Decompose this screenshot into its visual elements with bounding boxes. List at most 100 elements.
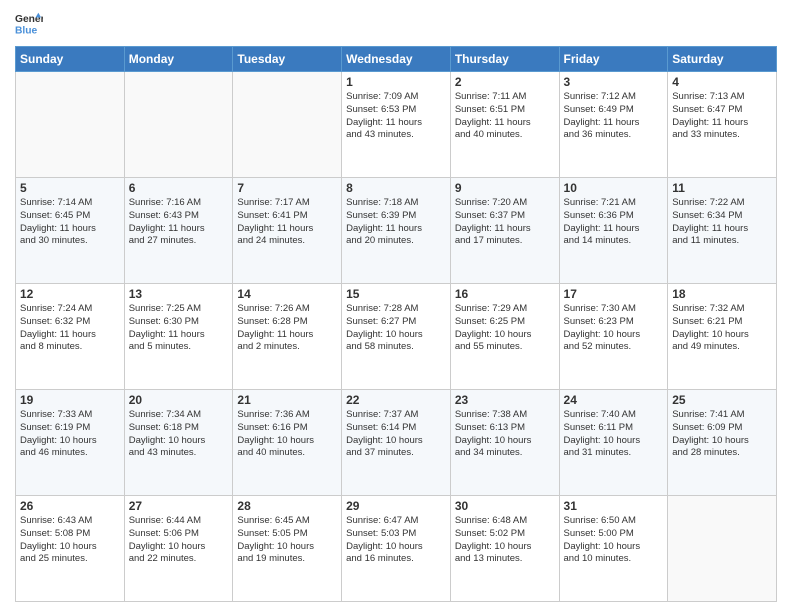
day-info: Sunrise: 7:40 AM Sunset: 6:11 PM Dayligh… (564, 409, 664, 460)
calendar-cell: 14 Sunrise: 7:26 AM Sunset: 6:28 PM Dayli… (233, 284, 342, 390)
day-info: Sunrise: 7:21 AM Sunset: 6:36 PM Dayligh… (564, 197, 664, 248)
day-info: Sunrise: 7:18 AM Sunset: 6:39 PM Dayligh… (346, 197, 446, 248)
calendar-cell: 29Sunrise: 6:47 AM Sunset: 5:03 PM Dayli… (342, 496, 451, 602)
calendar-cell: 27Sunrise: 6:44 AM Sunset: 5:06 PM Dayli… (124, 496, 233, 602)
day-info: Sunrise: 7:13 AM Sunset: 6:47 PM Dayligh… (672, 91, 772, 142)
calendar-cell: 13Sunrise: 7:25 AM Sunset: 6:30 PM Dayli… (124, 284, 233, 390)
day-number: 18 (672, 287, 772, 301)
calendar-container: General Blue SundayMondayTuesdayWednesda… (0, 0, 792, 612)
day-info: Sunrise: 7:17 AM Sunset: 6:41 PM Dayligh… (237, 197, 337, 248)
calendar-cell: 16 Sunrise: 7:29 AM Sunset: 6:25 PM Dayli… (450, 284, 559, 390)
calendar-cell (233, 72, 342, 178)
day-number: 25 (672, 393, 772, 407)
week-row-3: 19 Sunrise: 7:33 AM Sunset: 6:19 PM Dayli… (16, 390, 777, 496)
day-number: 31 (564, 499, 664, 513)
day-number: 28 (237, 499, 337, 513)
day-number: 9 (455, 181, 555, 195)
weekday-header-friday: Friday (559, 47, 668, 72)
calendar-cell: 8 Sunrise: 7:18 AM Sunset: 6:39 PM Daylig… (342, 178, 451, 284)
day-number: 1 (346, 75, 446, 89)
day-info: Sunrise: 7:12 AM Sunset: 6:49 PM Dayligh… (564, 91, 664, 142)
day-number: 14 (237, 287, 337, 301)
day-info: Sunrise: 7:33 AM Sunset: 6:19 PM Dayligh… (20, 409, 120, 460)
day-number: 24 (564, 393, 664, 407)
weekday-header-monday: Monday (124, 47, 233, 72)
day-number: 16 (455, 287, 555, 301)
day-number: 17 (564, 287, 664, 301)
calendar-cell: 3 Sunrise: 7:12 AM Sunset: 6:49 PM Daylig… (559, 72, 668, 178)
calendar-table: SundayMondayTuesdayWednesdayThursdayFrid… (15, 46, 777, 602)
day-info: Sunrise: 7:11 AM Sunset: 6:51 PM Dayligh… (455, 91, 555, 142)
day-info: Sunrise: 6:50 AM Sunset: 5:00 PM Dayligh… (564, 515, 664, 566)
calendar-cell: 6 Sunrise: 7:16 AM Sunset: 6:43 PM Daylig… (124, 178, 233, 284)
header: General Blue (15, 10, 777, 38)
day-number: 23 (455, 393, 555, 407)
day-number: 19 (20, 393, 120, 407)
calendar-cell: 26 Sunrise: 6:43 AM Sunset: 5:08 PM Dayli… (16, 496, 125, 602)
day-number: 7 (237, 181, 337, 195)
day-number: 4 (672, 75, 772, 89)
day-info: Sunrise: 6:48 AM Sunset: 5:02 PM Dayligh… (455, 515, 555, 566)
day-info: Sunrise: 7:24 AM Sunset: 6:32 PM Dayligh… (20, 303, 120, 354)
day-number: 20 (129, 393, 229, 407)
calendar-cell: 18 Sunrise: 7:32 AM Sunset: 6:21 PM Dayli… (668, 284, 777, 390)
day-number: 30 (455, 499, 555, 513)
day-info: Sunrise: 7:09 AM Sunset: 6:53 PM Dayligh… (346, 91, 446, 142)
day-number: 26 (20, 499, 120, 513)
day-number: 12 (20, 287, 120, 301)
weekday-header-tuesday: Tuesday (233, 47, 342, 72)
day-info: Sunrise: 7:16 AM Sunset: 6:43 PM Dayligh… (129, 197, 229, 248)
calendar-cell: 19 Sunrise: 7:33 AM Sunset: 6:19 PM Dayli… (16, 390, 125, 496)
day-number: 2 (455, 75, 555, 89)
day-info: Sunrise: 7:26 AM Sunset: 6:28 PM Dayligh… (237, 303, 337, 354)
weekday-header-wednesday: Wednesday (342, 47, 451, 72)
day-number: 3 (564, 75, 664, 89)
day-number: 22 (346, 393, 446, 407)
calendar-cell: 11Sunrise: 7:22 AM Sunset: 6:34 PM Dayli… (668, 178, 777, 284)
day-info: Sunrise: 7:30 AM Sunset: 6:23 PM Dayligh… (564, 303, 664, 354)
week-row-1: 5Sunrise: 7:14 AM Sunset: 6:45 PM Daylig… (16, 178, 777, 284)
week-row-0: 1 Sunrise: 7:09 AM Sunset: 6:53 PM Daylig… (16, 72, 777, 178)
calendar-cell: 12 Sunrise: 7:24 AM Sunset: 6:32 PM Dayli… (16, 284, 125, 390)
calendar-cell: 28 Sunrise: 6:45 AM Sunset: 5:05 PM Dayli… (233, 496, 342, 602)
week-row-4: 26 Sunrise: 6:43 AM Sunset: 5:08 PM Dayli… (16, 496, 777, 602)
weekday-header-sunday: Sunday (16, 47, 125, 72)
day-info: Sunrise: 7:37 AM Sunset: 6:14 PM Dayligh… (346, 409, 446, 460)
day-number: 13 (129, 287, 229, 301)
calendar-cell: 24 Sunrise: 7:40 AM Sunset: 6:11 PM Dayli… (559, 390, 668, 496)
day-info: Sunrise: 7:29 AM Sunset: 6:25 PM Dayligh… (455, 303, 555, 354)
day-info: Sunrise: 7:32 AM Sunset: 6:21 PM Dayligh… (672, 303, 772, 354)
week-row-2: 12 Sunrise: 7:24 AM Sunset: 6:32 PM Dayli… (16, 284, 777, 390)
calendar-cell: 23 Sunrise: 7:38 AM Sunset: 6:13 PM Dayli… (450, 390, 559, 496)
day-number: 8 (346, 181, 446, 195)
calendar-cell: 1 Sunrise: 7:09 AM Sunset: 6:53 PM Daylig… (342, 72, 451, 178)
svg-text:Blue: Blue (15, 25, 38, 36)
day-info: Sunrise: 7:28 AM Sunset: 6:27 PM Dayligh… (346, 303, 446, 354)
calendar-cell: 25Sunrise: 7:41 AM Sunset: 6:09 PM Dayli… (668, 390, 777, 496)
weekday-header-row: SundayMondayTuesdayWednesdayThursdayFrid… (16, 47, 777, 72)
calendar-cell: 31 Sunrise: 6:50 AM Sunset: 5:00 PM Dayli… (559, 496, 668, 602)
weekday-header-saturday: Saturday (668, 47, 777, 72)
calendar-cell: 2 Sunrise: 7:11 AM Sunset: 6:51 PM Daylig… (450, 72, 559, 178)
day-number: 29 (346, 499, 446, 513)
logo: General Blue (15, 10, 43, 38)
day-number: 21 (237, 393, 337, 407)
day-number: 15 (346, 287, 446, 301)
day-number: 5 (20, 181, 120, 195)
day-info: Sunrise: 6:45 AM Sunset: 5:05 PM Dayligh… (237, 515, 337, 566)
day-info: Sunrise: 7:20 AM Sunset: 6:37 PM Dayligh… (455, 197, 555, 248)
calendar-cell: 4 Sunrise: 7:13 AM Sunset: 6:47 PM Daylig… (668, 72, 777, 178)
calendar-cell: 21 Sunrise: 7:36 AM Sunset: 6:16 PM Dayli… (233, 390, 342, 496)
calendar-cell: 20 Sunrise: 7:34 AM Sunset: 6:18 PM Dayli… (124, 390, 233, 496)
day-info: Sunrise: 7:36 AM Sunset: 6:16 PM Dayligh… (237, 409, 337, 460)
day-info: Sunrise: 7:34 AM Sunset: 6:18 PM Dayligh… (129, 409, 229, 460)
calendar-cell: 5Sunrise: 7:14 AM Sunset: 6:45 PM Daylig… (16, 178, 125, 284)
day-number: 6 (129, 181, 229, 195)
day-info: Sunrise: 7:38 AM Sunset: 6:13 PM Dayligh… (455, 409, 555, 460)
day-number: 10 (564, 181, 664, 195)
calendar-cell: 22 Sunrise: 7:37 AM Sunset: 6:14 PM Dayli… (342, 390, 451, 496)
logo-icon: General Blue (15, 10, 43, 38)
calendar-cell (16, 72, 125, 178)
day-info: Sunrise: 6:43 AM Sunset: 5:08 PM Dayligh… (20, 515, 120, 566)
day-info: Sunrise: 6:44 AM Sunset: 5:06 PM Dayligh… (129, 515, 229, 566)
